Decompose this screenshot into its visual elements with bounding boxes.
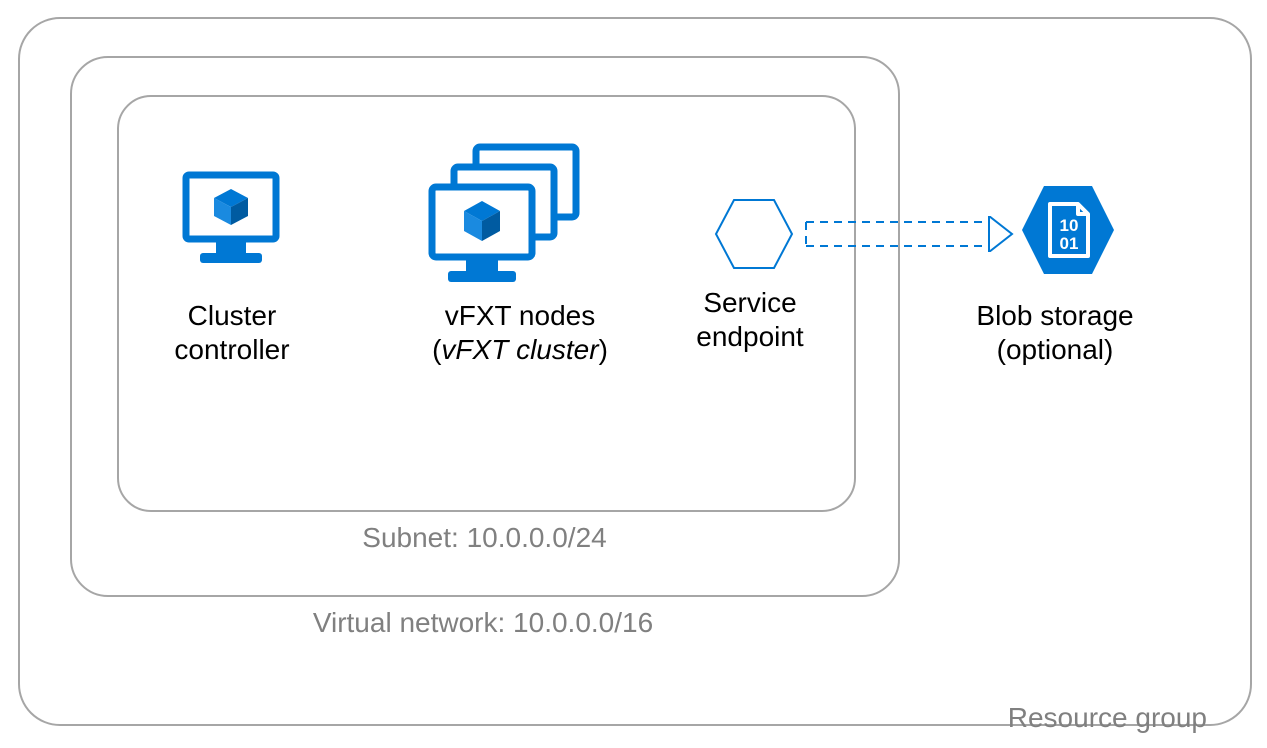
virtual-network-label: Virtual network: 10.0.0.0/16 bbox=[70, 607, 896, 639]
resource-group-label: Resource group bbox=[1008, 702, 1207, 734]
service-endpoint-line1: Service bbox=[703, 287, 796, 318]
dashed-arrow-icon bbox=[804, 216, 1014, 257]
hexagon-outline-icon bbox=[714, 194, 794, 279]
blob-storage-icon: 10 01 bbox=[1018, 180, 1118, 285]
vfxt-nodes-line2-suffix: ) bbox=[599, 334, 608, 365]
vm-icon bbox=[176, 165, 286, 280]
blob-storage-line1: Blob storage bbox=[976, 300, 1133, 331]
service-endpoint-line2: endpoint bbox=[696, 321, 803, 352]
blob-binary-top: 10 bbox=[1060, 216, 1079, 235]
cluster-controller-line1: Cluster bbox=[188, 300, 277, 331]
vfxt-nodes-line2-italic: vFXT cluster bbox=[441, 334, 598, 365]
blob-storage-line2: (optional) bbox=[997, 334, 1114, 365]
vm-cluster-icon bbox=[418, 129, 608, 294]
subnet-label: Subnet: 10.0.0.0/24 bbox=[117, 522, 852, 554]
blob-storage-label: Blob storage (optional) bbox=[945, 299, 1165, 366]
vfxt-nodes-label: vFXT nodes (vFXT cluster) bbox=[380, 299, 660, 366]
cluster-controller-label: Cluster controller bbox=[142, 299, 322, 366]
vfxt-nodes-line1: vFXT nodes bbox=[445, 300, 595, 331]
service-endpoint-label: Service endpoint bbox=[660, 286, 840, 353]
cluster-controller-line2: controller bbox=[174, 334, 289, 365]
blob-binary-bottom: 01 bbox=[1060, 234, 1079, 253]
